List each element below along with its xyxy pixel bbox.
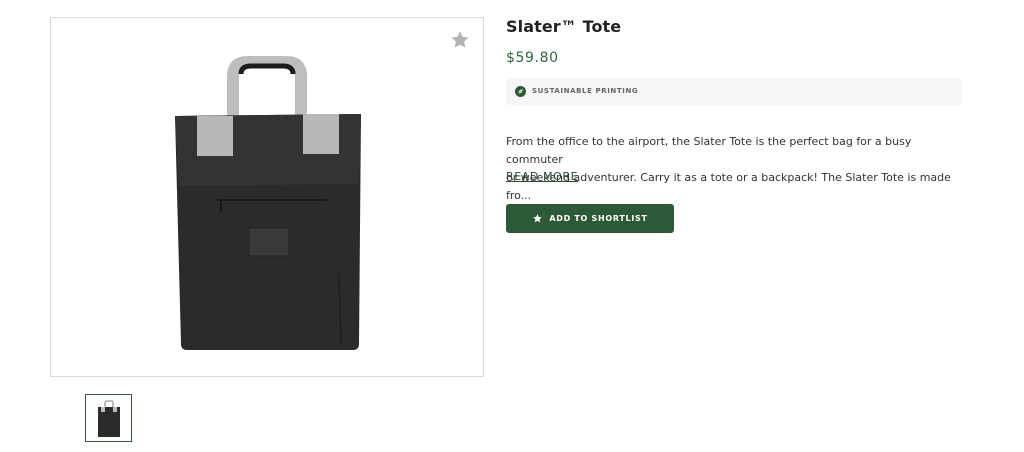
favorite-star-icon[interactable] xyxy=(449,29,471,51)
product-title: Slater™ Tote xyxy=(506,17,622,36)
star-icon xyxy=(533,214,543,223)
badge-label: SUSTAINABLE PRINTING xyxy=(532,87,639,95)
product-image-frame xyxy=(50,17,484,377)
shortlist-label: ADD TO SHORTLIST xyxy=(549,214,648,223)
product-description: From the office to the airport, the Slat… xyxy=(506,133,966,205)
sustainable-badge: SUSTAINABLE PRINTING xyxy=(506,78,962,105)
add-to-shortlist-button[interactable]: ADD TO SHORTLIST xyxy=(506,204,674,233)
product-thumbnail[interactable] xyxy=(85,394,132,442)
product-price: $59.80 xyxy=(506,50,559,66)
thumbnail-image xyxy=(98,400,120,437)
product-image[interactable] xyxy=(171,44,371,354)
leaf-icon xyxy=(515,86,526,97)
description-line: From the office to the airport, the Slat… xyxy=(506,135,912,166)
read-more-link[interactable]: READ MORE xyxy=(506,170,578,183)
